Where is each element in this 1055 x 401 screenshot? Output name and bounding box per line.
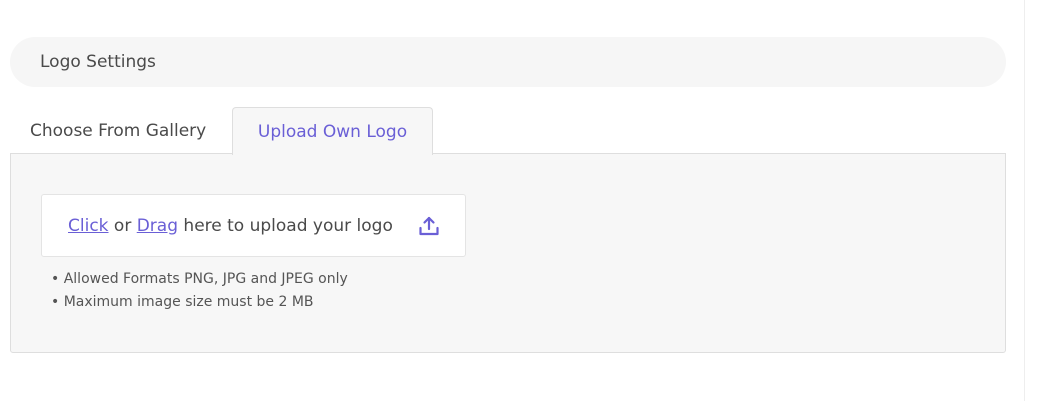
logo-settings-header: Logo Settings (10, 37, 1006, 87)
tab-choose-from-gallery[interactable]: Choose From Gallery (10, 107, 232, 154)
section-title: Logo Settings (40, 52, 156, 72)
allowed-formats-note: • Allowed Formats PNG, JPG and JPEG only (51, 271, 348, 287)
max-size-note: • Maximum image size must be 2 MB (51, 294, 314, 310)
upload-dropzone[interactable]: Click or Drag here to upload your logo (41, 194, 466, 257)
logo-source-tabs: Choose From Gallery Upload Own Logo (10, 107, 433, 155)
click-upload-link[interactable]: Click (68, 216, 109, 236)
upload-panel: Click or Drag here to upload your logo •… (10, 153, 1006, 353)
tab-label: Choose From Gallery (30, 120, 207, 141)
upload-icon[interactable] (418, 215, 440, 237)
right-scroll-edge (1024, 0, 1055, 401)
drag-upload-link[interactable]: Drag (137, 216, 178, 236)
upload-instruction-text: here to upload your logo (183, 215, 393, 236)
or-text: or (113, 215, 132, 236)
upload-requirements: • Allowed Formats PNG, JPG and JPEG only… (51, 268, 348, 314)
tab-upload-own-logo[interactable]: Upload Own Logo (232, 107, 433, 155)
tab-label: Upload Own Logo (257, 121, 408, 142)
